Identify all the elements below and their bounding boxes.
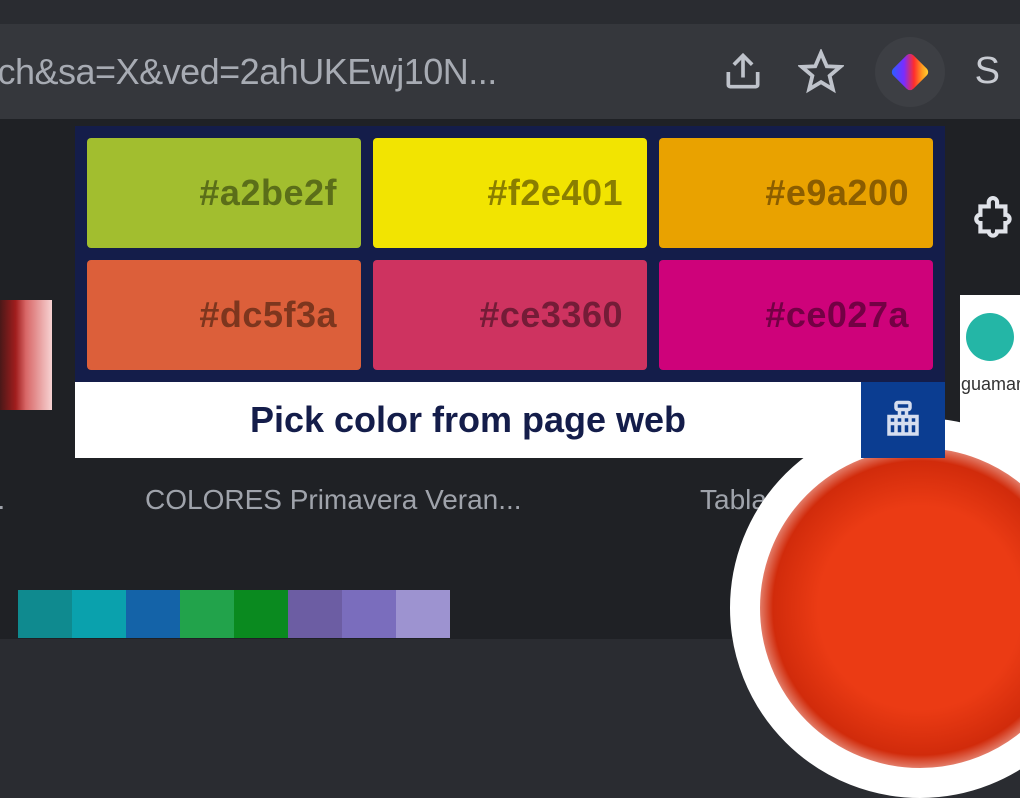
eyedropper-button[interactable] [861,382,945,458]
bg-guamar-label: guamar [961,374,1020,395]
toolbar-right-text: S [975,50,1000,93]
mini-swatch [342,590,396,638]
bg-caption-left: s ... [0,484,5,516]
color-swatch[interactable]: #ce3360 [373,260,647,370]
puzzle-icon[interactable] [970,196,1020,257]
browser-toolbar: sch&sa=X&ved=2ahUKEwj10N... [0,24,1020,119]
swatch-grid: #a2be2f #f2e401 #e9a200 #dc5f3a #ce3360 … [75,126,945,382]
mini-swatch [72,590,126,638]
extension-button[interactable] [875,37,945,107]
color-picker-popup: #a2be2f #f2e401 #e9a200 #dc5f3a #ce3360 … [75,126,945,458]
mini-swatch [288,590,342,638]
aguamarina-swatch-icon [966,313,1014,361]
url-fragment[interactable]: sch&sa=X&ved=2ahUKEwj10N... [0,51,497,93]
share-icon[interactable] [719,48,767,96]
toolbar-actions: S [719,37,1000,107]
mini-swatch [234,590,288,638]
bg-palette-thumbnail [18,590,450,638]
mini-swatch [180,590,234,638]
star-icon[interactable] [797,48,845,96]
color-swatch[interactable]: #a2be2f [87,138,361,248]
color-swatch[interactable]: #f2e401 [373,138,647,248]
mini-swatch [18,590,72,638]
bg-thumbnail-gradient [0,300,52,410]
color-swatch[interactable]: #ce027a [659,260,933,370]
color-swatch[interactable]: #e9a200 [659,138,933,248]
mini-swatch [126,590,180,638]
bg-caption-mid: COLORES Primavera Veran... [145,484,522,516]
mini-swatch [396,590,450,638]
color-swatch[interactable]: #dc5f3a [87,260,361,370]
action-bar: Pick color from page web [75,382,945,458]
pick-color-label[interactable]: Pick color from page web [75,382,861,458]
